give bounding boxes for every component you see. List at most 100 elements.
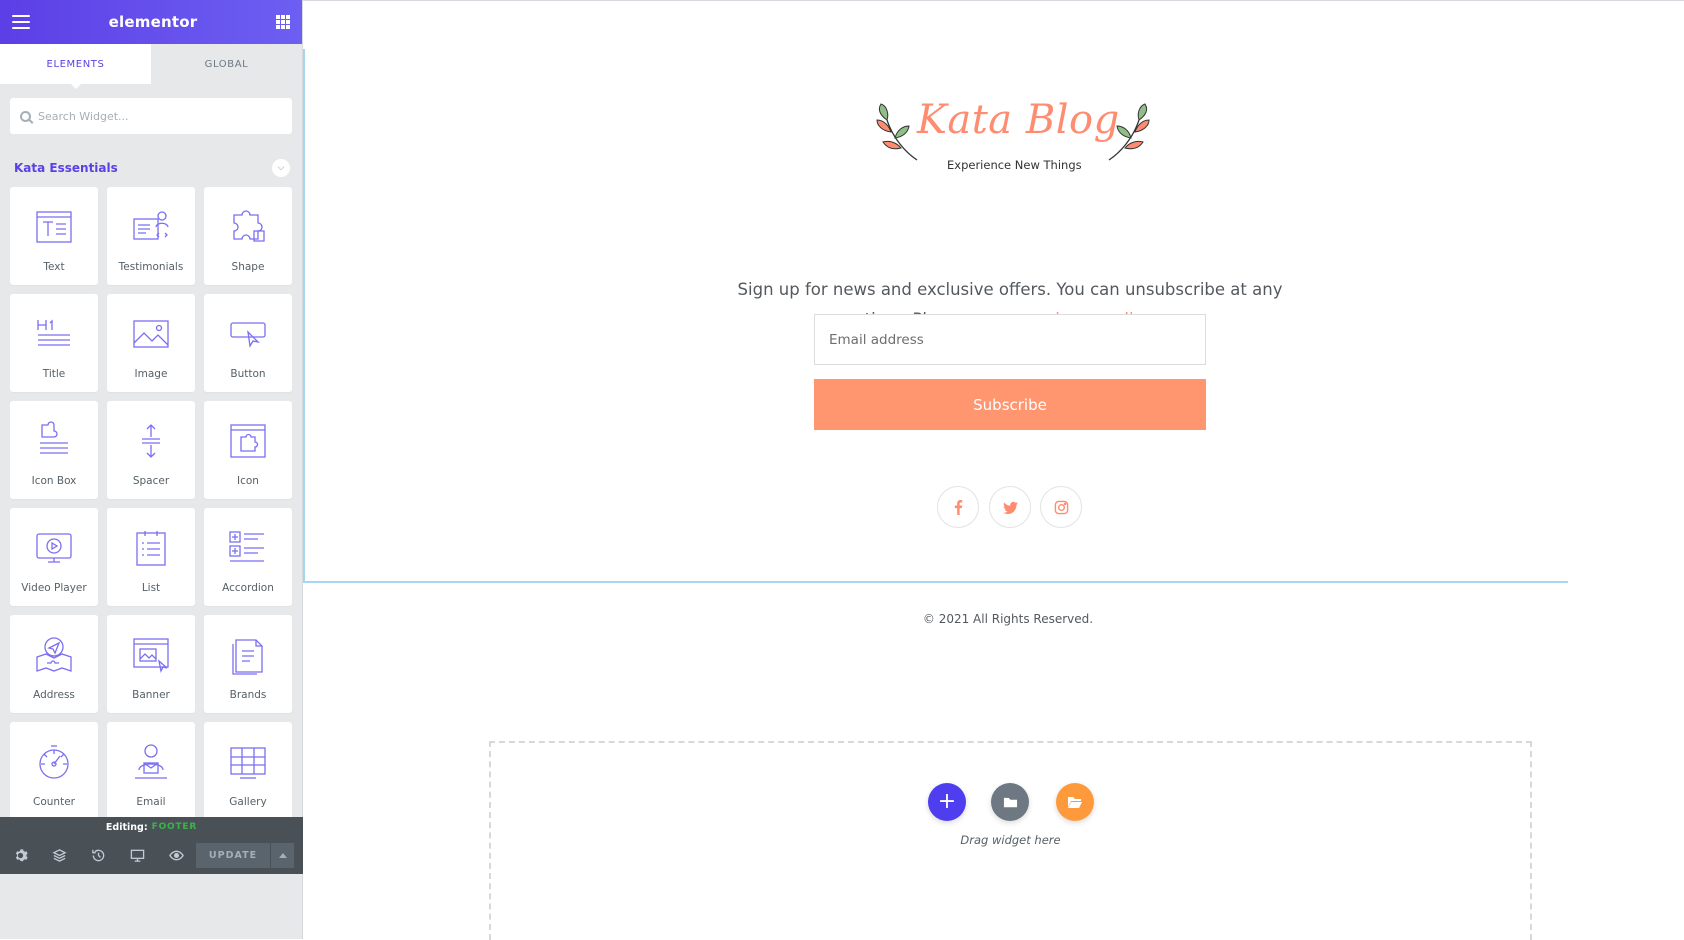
site-logo[interactable]: Kata Blog Experience New Things xyxy=(865,97,1165,179)
brand-name: Kata Blog xyxy=(917,97,1120,143)
chevron-up-icon xyxy=(278,853,287,858)
widget-title[interactable]: Title xyxy=(10,294,98,392)
icon-box-icon xyxy=(40,421,68,454)
widget-brands[interactable]: Brands xyxy=(204,615,292,713)
counter-icon xyxy=(39,745,69,779)
settings-gear-icon[interactable] xyxy=(12,848,28,864)
widget-label: Video Player xyxy=(21,582,87,594)
tab-elements[interactable]: ELEMENTS xyxy=(0,44,151,89)
facebook-link[interactable] xyxy=(937,486,979,528)
widget-label: Brands xyxy=(229,689,267,701)
banner-icon xyxy=(133,638,169,673)
instagram-icon xyxy=(1054,500,1068,514)
widget-label: Button xyxy=(230,368,266,380)
email-icon xyxy=(135,744,167,779)
facebook-icon xyxy=(954,499,962,515)
widget-label: Gallery xyxy=(229,796,267,808)
email-field[interactable] xyxy=(814,314,1206,365)
editor-panel: elementor ELEMENTS GLOBAL Kata Essential… xyxy=(0,0,303,939)
menu-icon[interactable] xyxy=(12,15,30,29)
history-icon[interactable] xyxy=(90,848,106,864)
accordion-icon xyxy=(229,531,264,562)
twitter-link[interactable] xyxy=(989,486,1031,528)
widget-banner[interactable]: Banner xyxy=(107,615,195,713)
heading-icon xyxy=(37,319,70,346)
widget-video-player[interactable]: Video Player xyxy=(10,508,98,606)
gallery-icon xyxy=(230,747,266,779)
folder-icon xyxy=(1003,797,1017,807)
navigator-layers-icon[interactable] xyxy=(51,848,67,864)
template-library-button[interactable] xyxy=(1056,783,1094,821)
text-icon xyxy=(36,211,72,243)
widget-image[interactable]: Image xyxy=(107,294,195,392)
icon-icon xyxy=(230,424,266,458)
update-button[interactable]: UPDATE xyxy=(196,843,270,868)
widget-list[interactable]: List xyxy=(107,508,195,606)
editing-document-name[interactable]: FOOTER xyxy=(152,822,197,832)
widget-label: Banner xyxy=(132,689,170,701)
widget-shape[interactable]: Shape xyxy=(204,187,292,285)
instagram-link[interactable] xyxy=(1040,486,1082,528)
button-icon xyxy=(230,322,266,348)
list-icon xyxy=(136,531,166,566)
category-header[interactable]: Kata Essentials ⌵ xyxy=(14,158,290,178)
widget-icon-box[interactable]: Icon Box xyxy=(10,401,98,499)
panel-footer: UPDATE xyxy=(0,837,303,874)
search-input[interactable] xyxy=(38,109,268,123)
widget-testimonials[interactable]: Testimonials xyxy=(107,187,195,285)
puzzle-icon xyxy=(233,210,265,242)
search-icon xyxy=(20,110,31,122)
editing-indicator: Editing: FOOTER xyxy=(0,817,303,837)
widget-label: Accordion xyxy=(222,582,274,594)
update-options-button[interactable] xyxy=(271,843,294,868)
testimonials-icon xyxy=(133,211,169,240)
widget-label: Title xyxy=(42,368,66,380)
widget-spacer[interactable]: Spacer xyxy=(107,401,195,499)
widget-label: Icon xyxy=(237,475,259,487)
widget-button[interactable]: Button xyxy=(204,294,292,392)
add-section-dropzone[interactable]: + Drag widget here xyxy=(489,741,1532,940)
widget-accordion[interactable]: Accordion xyxy=(204,508,292,606)
open-folder-icon xyxy=(1068,797,1082,808)
map-icon xyxy=(36,637,72,672)
plus-icon: + xyxy=(937,789,957,814)
tab-global[interactable]: GLOBAL xyxy=(151,44,302,84)
widget-text[interactable]: Text xyxy=(10,187,98,285)
panel-tabs: ELEMENTS GLOBAL xyxy=(0,44,302,89)
widget-icon[interactable]: Icon xyxy=(204,401,292,499)
subscribe-button[interactable]: Subscribe xyxy=(814,379,1206,430)
preview-eye-icon[interactable] xyxy=(168,848,184,864)
category-title: Kata Essentials xyxy=(14,161,118,175)
widget-address[interactable]: Address xyxy=(10,615,98,713)
image-icon xyxy=(133,320,169,348)
twitter-icon xyxy=(1002,501,1018,514)
panel-header: elementor xyxy=(0,0,302,44)
editing-label: Editing: xyxy=(105,821,148,833)
widget-label: Image xyxy=(134,368,168,380)
leaf-sprig-icon xyxy=(1108,103,1150,161)
widget-label: List xyxy=(141,582,161,594)
widget-label: Testimonials xyxy=(118,261,184,273)
add-section-button[interactable]: + xyxy=(928,783,966,821)
widget-counter[interactable]: Counter xyxy=(10,722,98,817)
brands-icon xyxy=(232,639,263,675)
widget-label: Spacer xyxy=(132,475,170,487)
chevron-down-icon[interactable]: ⌵ xyxy=(272,159,290,177)
add-template-button[interactable] xyxy=(991,783,1029,821)
widget-label: Address xyxy=(33,689,75,701)
widget-grid: Text Testimonials Shape Title Image Butt… xyxy=(10,187,293,817)
widget-label: Counter xyxy=(33,796,75,808)
copyright-text: © 2021 All Rights Reserved. xyxy=(922,612,1094,626)
widget-email[interactable]: Email xyxy=(107,722,195,817)
responsive-desktop-icon[interactable] xyxy=(129,848,145,864)
widget-label: Text xyxy=(43,261,65,273)
widgets-grid-icon[interactable] xyxy=(276,15,290,29)
leaf-sprig-icon xyxy=(876,103,918,161)
search-box xyxy=(10,98,292,134)
widget-gallery[interactable]: Gallery xyxy=(204,722,292,817)
spacer-icon xyxy=(142,424,160,458)
panel-logo: elementor xyxy=(108,13,198,31)
brand-tagline: Experience New Things xyxy=(947,158,1082,172)
widget-label: Email xyxy=(136,796,166,808)
preview-canvas: Kata Blog Experience New Things Sign up … xyxy=(303,0,1684,940)
